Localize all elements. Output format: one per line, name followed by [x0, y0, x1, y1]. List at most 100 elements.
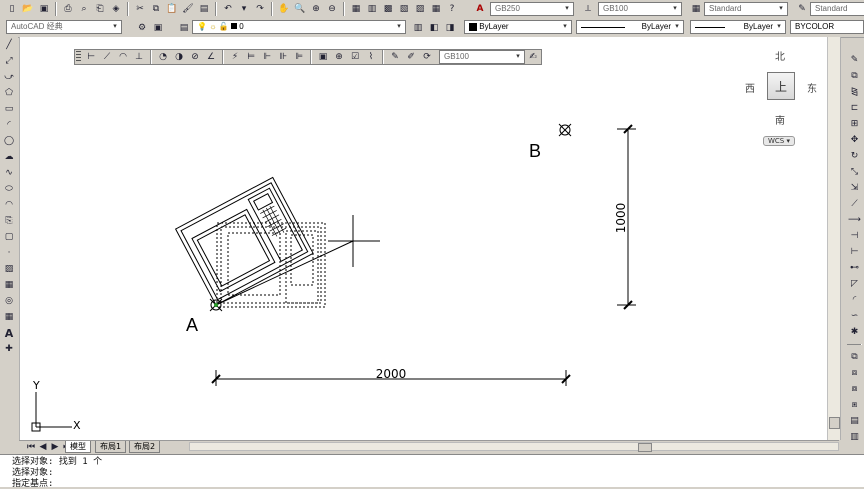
erase-icon[interactable]: ✎	[848, 53, 862, 67]
text-to-front-icon[interactable]: ▤	[848, 414, 862, 428]
viewcube-east[interactable]: 东	[807, 80, 817, 95]
stretch-icon[interactable]: ⇲	[848, 181, 862, 195]
horizontal-scroll-thumb[interactable]	[638, 443, 652, 452]
center-mark-icon[interactable]: ⊕	[332, 50, 346, 64]
dim-style-toolbar-combo[interactable]: GB100 ▾	[439, 50, 525, 64]
undo-icon[interactable]: ↶	[221, 2, 235, 16]
tab-layout2[interactable]: 布局2	[129, 441, 161, 453]
baseline-dim-icon[interactable]: ⊨	[244, 50, 258, 64]
layer-state-icon[interactable]: ◨	[443, 21, 457, 35]
hatch-icon[interactable]: ▨	[2, 262, 16, 276]
point-icon[interactable]: ·	[2, 246, 16, 260]
make-block-icon[interactable]: ▢	[2, 230, 16, 244]
arc-length-icon[interactable]: ◠	[116, 50, 130, 64]
trim-icon[interactable]: ⟋	[848, 197, 862, 211]
cut-icon[interactable]: ✂	[133, 2, 147, 16]
drawing-canvas[interactable]: A B 2000 1000 Y X	[20, 37, 840, 440]
plotstyle-combo[interactable]: BYCOLOR	[790, 20, 864, 34]
draworder-under-icon[interactable]: ⧆	[848, 398, 862, 412]
draworder-back-icon[interactable]: ⧈	[848, 366, 862, 380]
array-icon[interactable]: ⊞	[848, 117, 862, 131]
dim-style-icon[interactable]: ⟂	[581, 2, 595, 16]
polygon-icon[interactable]: ⬠	[2, 86, 16, 100]
properties-icon[interactable]: ▦	[349, 2, 363, 16]
dim-text-edit-icon[interactable]: ✐	[404, 50, 418, 64]
copy-clip-icon[interactable]: ⧉	[149, 2, 163, 16]
chamfer-icon[interactable]: ◸	[848, 277, 862, 291]
dim-update-icon[interactable]: ⟳	[420, 50, 434, 64]
open-file-icon[interactable]: 📂	[21, 2, 35, 16]
revcloud-icon[interactable]: ☁	[2, 150, 16, 164]
jogged-linear-icon[interactable]: ⌇	[364, 50, 378, 64]
horizontal-scrollbar[interactable]	[189, 442, 839, 452]
match-properties-icon[interactable]: 🖌	[181, 2, 195, 16]
lineweight-combo[interactable]: ByLayer ▾	[690, 20, 786, 34]
multileader-style-combo[interactable]: Standard	[810, 2, 864, 16]
blend-icon[interactable]: ∽	[848, 309, 862, 323]
extend-icon[interactable]: ⟶	[848, 213, 862, 227]
add-selected-icon[interactable]: ✚	[2, 342, 16, 356]
3d-dwf-icon[interactable]: ◈	[109, 2, 123, 16]
publish-icon[interactable]: ⎗	[93, 2, 107, 16]
ordinate-dim-icon[interactable]: ⊥	[132, 50, 146, 64]
polyline-icon[interactable]: ⤻	[2, 70, 16, 84]
vertical-scrollbar[interactable]	[827, 37, 840, 440]
angular-dim-icon[interactable]: ∠	[204, 50, 218, 64]
inspection-icon[interactable]: ☑	[348, 50, 362, 64]
plot-preview-icon[interactable]: ⌕	[77, 2, 91, 16]
dim-style-combo[interactable]: GB100 ▾	[598, 2, 682, 16]
arc-icon[interactable]: ◜	[2, 118, 16, 132]
explode-icon[interactable]: ✱	[848, 325, 862, 339]
zoom-realtime-icon[interactable]: 🔍	[293, 2, 307, 16]
rotate-icon[interactable]: ↻	[848, 149, 862, 163]
new-file-icon[interactable]: ▯	[5, 2, 19, 16]
help-icon[interactable]: ?	[445, 2, 459, 16]
plot-icon[interactable]: ⎙	[61, 2, 75, 16]
layer-manager-icon[interactable]: ▤	[177, 21, 191, 35]
design-center-icon[interactable]: ▥	[365, 2, 379, 16]
aligned-dim-icon[interactable]: ⟋	[100, 50, 114, 64]
mtext-icon[interactable]: A	[2, 326, 16, 340]
viewcube-west[interactable]: 西	[745, 80, 755, 95]
gradient-icon[interactable]: ▦	[2, 278, 16, 292]
my-workspace-icon[interactable]: ▣	[151, 21, 165, 35]
layer-combo[interactable]: 💡 ☼ 🔓 0 ▾	[192, 20, 406, 34]
copy-icon[interactable]: ⧉	[848, 69, 862, 83]
table-style-combo[interactable]: Standard ▾	[704, 2, 788, 16]
draworder-front-icon[interactable]: ⧉	[848, 350, 862, 364]
dim-space-icon[interactable]: ⊪	[276, 50, 290, 64]
zoom-window-icon[interactable]: ⊕	[309, 2, 323, 16]
construction-line-icon[interactable]: ⤢	[2, 54, 16, 68]
save-icon[interactable]: ▣	[37, 2, 51, 16]
quickcalc-icon[interactable]: ▦	[429, 2, 443, 16]
linear-dim-icon[interactable]: ⊢	[84, 50, 98, 64]
continue-dim-icon[interactable]: ⊩	[260, 50, 274, 64]
text-style-icon[interactable]: A	[473, 2, 487, 16]
linetype-combo[interactable]: ByLayer ▾	[576, 20, 684, 34]
dim-style-manager-icon[interactable]: ✍	[526, 50, 540, 64]
scale-icon[interactable]: ⤡	[848, 165, 862, 179]
break-at-point-icon[interactable]: ⊣	[848, 229, 862, 243]
move-icon[interactable]: ✥	[848, 133, 862, 147]
multileader-style-icon[interactable]: ✎	[795, 2, 809, 16]
drawing-area[interactable]: A B 2000 1000 Y X 北 西 东 南 上 WCS ▾	[19, 37, 841, 440]
circle-icon[interactable]: ◯	[2, 134, 16, 148]
diameter-dim-icon[interactable]: ⊘	[188, 50, 202, 64]
break-icon[interactable]: ⊢	[848, 245, 862, 259]
markup-icon[interactable]: ▨	[413, 2, 427, 16]
fillet-icon[interactable]: ◜	[848, 293, 862, 307]
workspace-settings-icon[interactable]: ⚙	[135, 21, 149, 35]
table-style-icon[interactable]: ▦	[689, 2, 703, 16]
dim-break-icon[interactable]: ⊫	[292, 50, 306, 64]
draworder-above-icon[interactable]: ⧇	[848, 382, 862, 396]
tab-layout1[interactable]: 布局1	[95, 441, 127, 453]
microwave-block[interactable]	[174, 176, 314, 306]
radius-dim-icon[interactable]: ◔	[156, 50, 170, 64]
viewcube-south[interactable]: 南	[775, 112, 785, 127]
paste-icon[interactable]: 📋	[165, 2, 179, 16]
viewcube-top-face[interactable]: 上	[767, 72, 795, 100]
quick-dim-icon[interactable]: ⚡	[228, 50, 242, 64]
color-combo[interactable]: ByLayer ▾	[464, 20, 572, 34]
command-prompt-line[interactable]: 指定基点:	[12, 479, 53, 489]
jogged-dim-icon[interactable]: ◑	[172, 50, 186, 64]
